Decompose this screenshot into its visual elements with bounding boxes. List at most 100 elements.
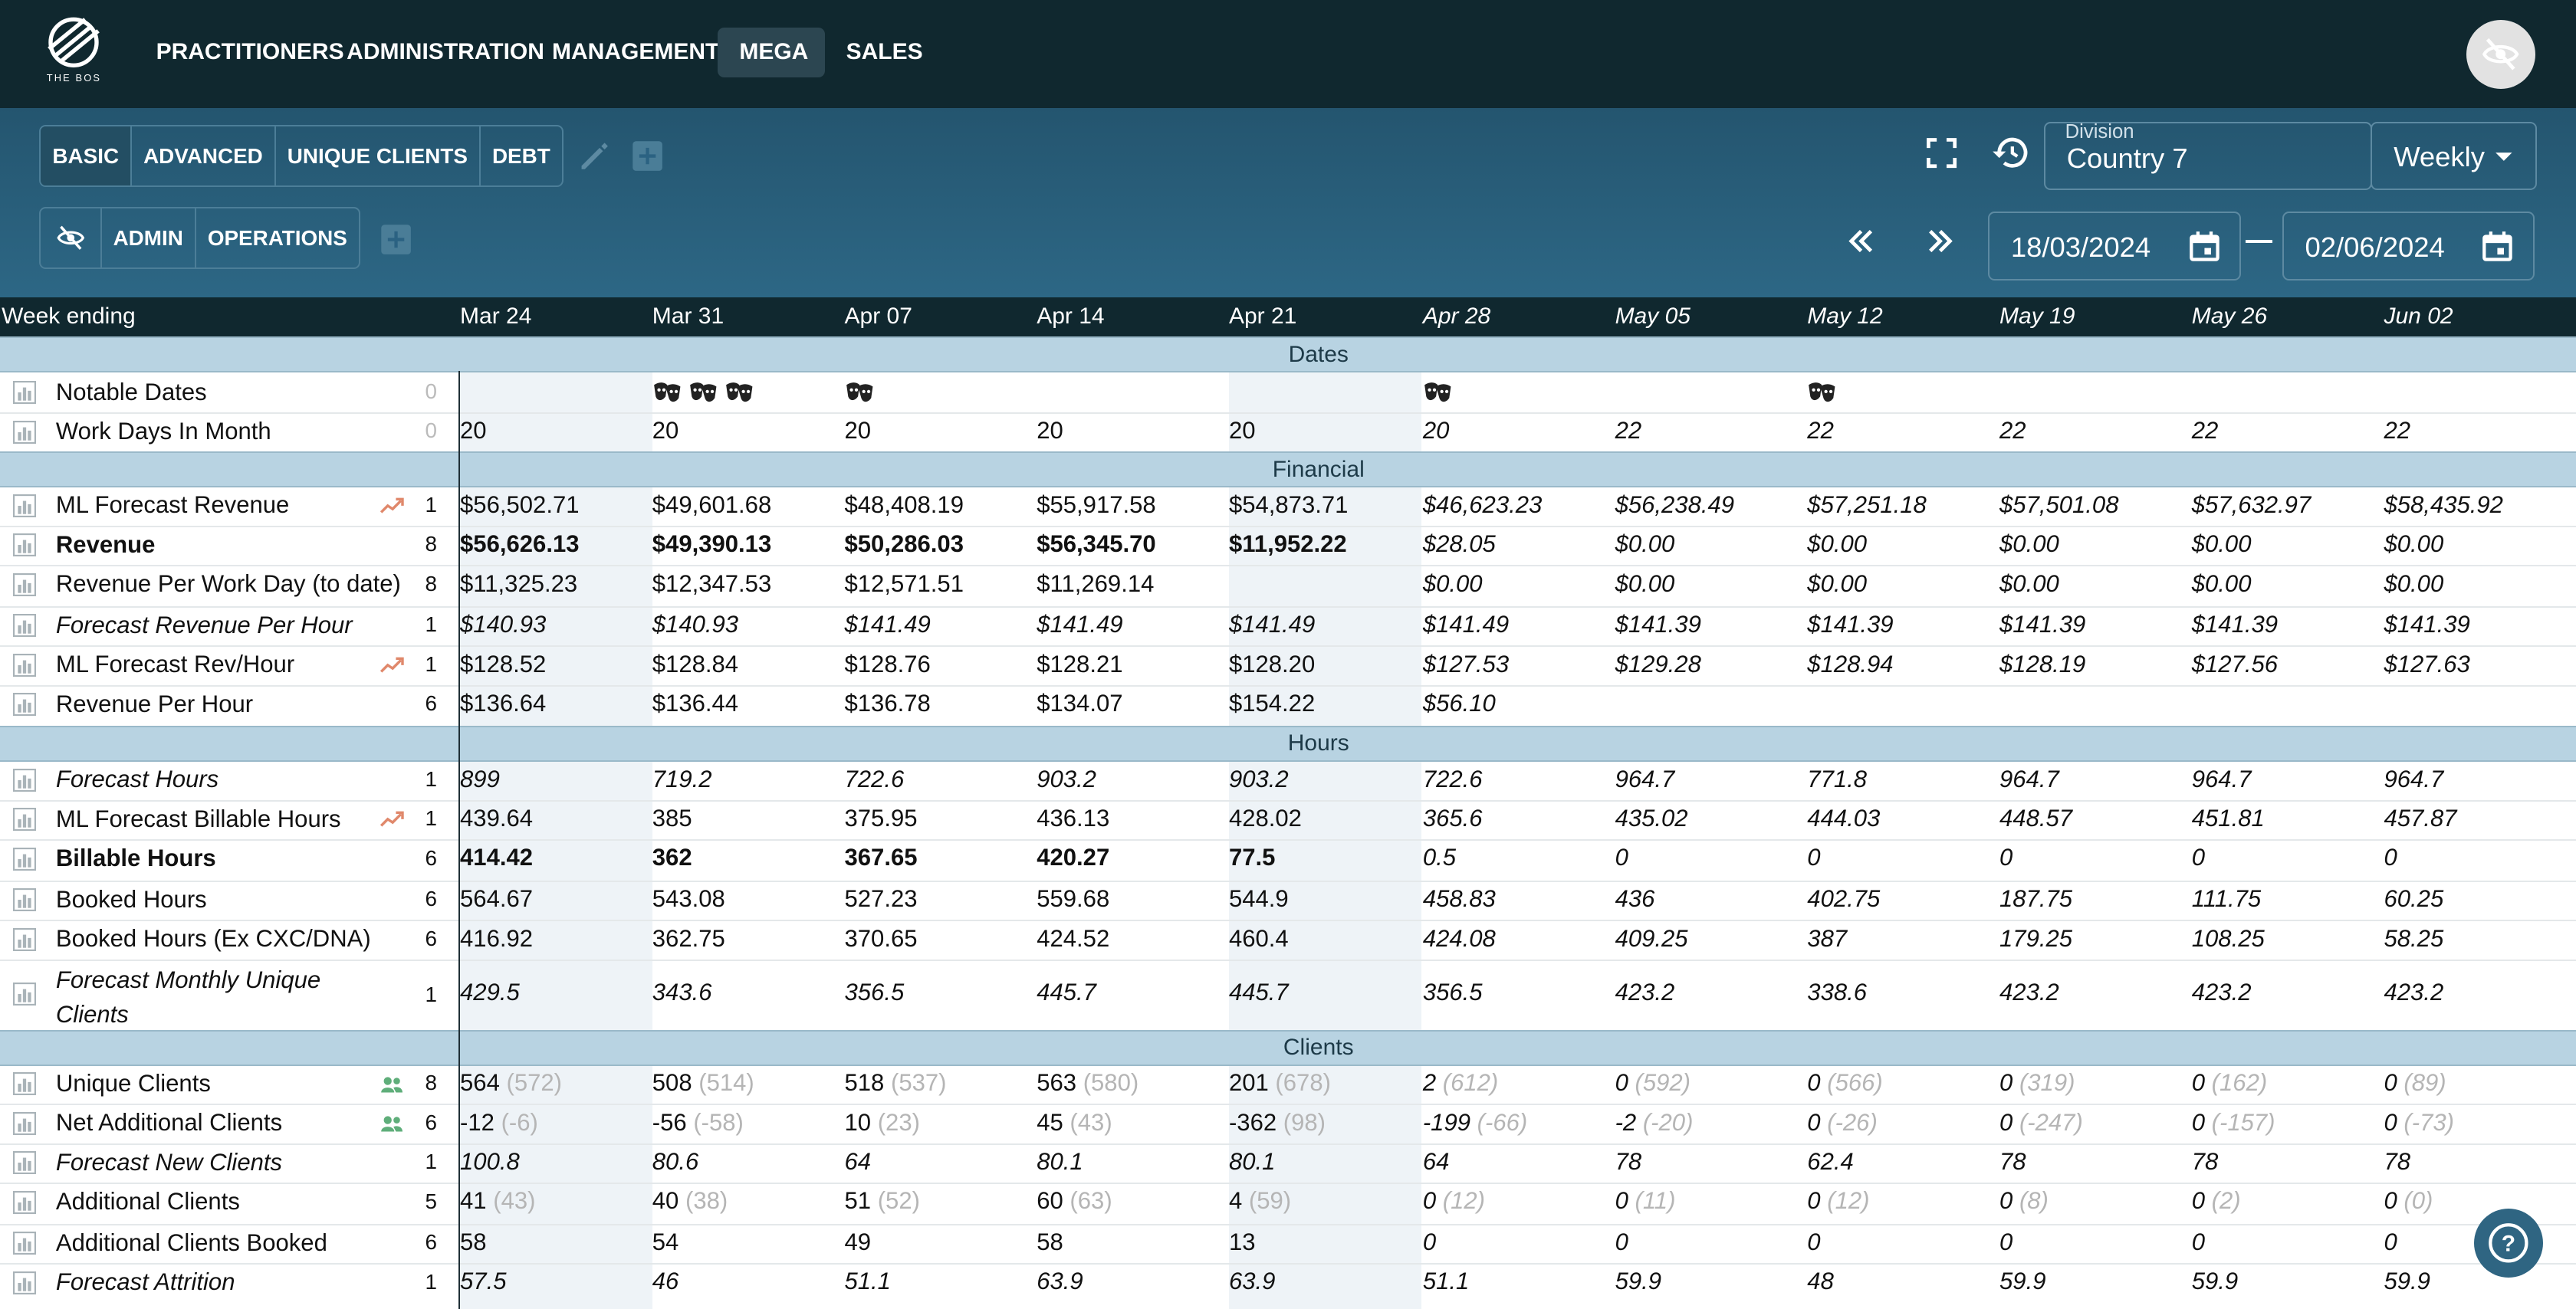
- table-cell: 445.7: [1037, 979, 1096, 1006]
- bar-chart-icon[interactable]: [13, 927, 37, 951]
- cell-value: $56,345.70: [1037, 530, 1156, 558]
- tab-operations[interactable]: OPERATIONS: [196, 208, 359, 267]
- bar-chart-icon[interactable]: [13, 693, 37, 717]
- period-select[interactable]: Weekly: [2371, 121, 2537, 191]
- table-cell: 722.6: [845, 766, 905, 793]
- table-cell: $128.21: [1037, 651, 1122, 678]
- cell-value: 58: [1037, 1228, 1063, 1255]
- division-select[interactable]: Division Country 7: [2043, 121, 2373, 191]
- cell-value: $140.93: [460, 611, 547, 638]
- bar-chart-icon[interactable]: [13, 614, 37, 638]
- hide-filter-button[interactable]: [41, 208, 102, 268]
- bar-chart-icon[interactable]: [13, 847, 37, 871]
- cell-value: 45: [1037, 1108, 1063, 1136]
- nav-administration[interactable]: ADMINISTRATION: [325, 28, 565, 77]
- bar-chart-icon[interactable]: [13, 1190, 37, 1214]
- bar-chart-icon[interactable]: [13, 888, 37, 912]
- cell-value: $141.39: [2384, 611, 2470, 638]
- tab-basic[interactable]: BASIC: [41, 126, 133, 185]
- theater-masks-icon: [1809, 382, 1835, 402]
- bar-chart-icon[interactable]: [13, 1111, 37, 1135]
- table-cell: 22: [1615, 417, 1642, 445]
- cell-sub-value: (59): [1248, 1187, 1292, 1215]
- table-cell: $28.05: [1423, 530, 1496, 558]
- cell-value: $11,952.22: [1228, 530, 1347, 558]
- bar-chart-icon[interactable]: [13, 494, 37, 518]
- calendar-icon[interactable]: [2481, 230, 2514, 263]
- cell-value: 423.2: [2384, 979, 2444, 1006]
- bar-chart-icon[interactable]: [13, 1271, 37, 1294]
- table-cell: 362: [652, 844, 692, 871]
- bar-chart-icon[interactable]: [13, 1072, 37, 1096]
- table-cell: $141.39: [1807, 611, 1893, 638]
- table-cell: 20: [1037, 417, 1063, 445]
- help-button[interactable]: ?: [2474, 1209, 2544, 1278]
- table-cell: $12,571.51: [845, 570, 964, 598]
- table-cell: $141.39: [1615, 611, 1701, 638]
- bar-chart-icon[interactable]: [13, 381, 37, 405]
- table-cell: 385: [652, 805, 692, 832]
- row-label-text: Unique Clients: [55, 1069, 211, 1097]
- bar-chart-icon[interactable]: [13, 1151, 37, 1175]
- cell-value: 445.7: [1228, 979, 1289, 1006]
- table-row: Forecast Revenue Per Hour 1 $140.93 $140.93…: [0, 606, 2576, 648]
- previous-range-icon[interactable]: [1843, 223, 1879, 259]
- nav-management[interactable]: MANAGEMENT: [531, 28, 741, 77]
- cell-value: 78: [1999, 1147, 2026, 1175]
- cell-value: $128.21: [1037, 650, 1123, 677]
- cell-value: 0: [1422, 1187, 1437, 1215]
- table-cell: 436: [1615, 885, 1655, 913]
- end-date-field[interactable]: 02/06/2024: [2282, 212, 2535, 281]
- bar-chart-icon[interactable]: [13, 653, 37, 677]
- table-cell: 771.8: [1807, 766, 1867, 793]
- cell-value: $11,269.14: [1037, 569, 1155, 597]
- division-label: Division: [2065, 121, 2134, 143]
- nav-sales[interactable]: SALES: [825, 28, 945, 77]
- nav-mega[interactable]: MEGA: [718, 28, 825, 77]
- bar-chart-icon[interactable]: [13, 1232, 37, 1255]
- bar-chart-icon[interactable]: [13, 572, 37, 596]
- calendar-icon[interactable]: [2188, 230, 2221, 263]
- bar-chart-icon[interactable]: [13, 982, 37, 1006]
- cell-value: 367.65: [844, 844, 918, 871]
- cell-value: 375.95: [844, 805, 918, 832]
- bar-chart-icon[interactable]: [13, 533, 37, 557]
- tab-admin[interactable]: ADMIN: [102, 208, 196, 268]
- table-cell: $58,435.92: [2384, 491, 2502, 519]
- table-cell: $55,917.58: [1037, 491, 1155, 519]
- hide-values-button[interactable]: [2466, 19, 2535, 89]
- fullscreen-icon[interactable]: [1924, 135, 1960, 171]
- logo[interactable]: THE BOS: [39, 16, 108, 88]
- cell-value: 58.25: [2384, 924, 2444, 952]
- bar-chart-icon[interactable]: [13, 420, 37, 444]
- edit-icon[interactable]: [575, 138, 611, 174]
- table-cell: $11,952.22: [1229, 530, 1347, 558]
- table-cell: 448.57: [1999, 805, 2072, 832]
- bar-chart-icon[interactable]: [13, 768, 37, 792]
- tab-debt[interactable]: DEBT: [481, 126, 562, 185]
- section-header-hours: Hours: [0, 726, 2576, 763]
- header-week: Mar 31: [652, 303, 724, 330]
- tab-advanced[interactable]: ADVANCED: [132, 126, 276, 185]
- table-cell: 416.92: [460, 925, 533, 953]
- bar-chart-icon[interactable]: [13, 808, 37, 832]
- next-range-icon[interactable]: [1922, 223, 1958, 259]
- table-cell: 518 (537): [845, 1069, 947, 1097]
- history-icon[interactable]: [1991, 133, 2030, 172]
- table-cell: $56,502.71: [460, 491, 579, 519]
- cell-value: 0: [1615, 1069, 1628, 1097]
- header-week: May 12: [1807, 303, 1883, 330]
- add-filter-icon[interactable]: [378, 221, 414, 258]
- tab-unique-clients[interactable]: UNIQUE CLIENTS: [276, 126, 481, 185]
- table-row: Work Days In Month 0 20 20 20 20 20 20 22 22 22 22 2…: [0, 412, 2576, 454]
- cell-value: 423.2: [2191, 979, 2252, 1006]
- table-cell: 343.6: [652, 979, 712, 1006]
- table-cell: 100.8: [460, 1148, 520, 1176]
- table-cell: $128.52: [460, 651, 546, 678]
- cell-value: $141.39: [2191, 611, 2279, 638]
- table-cell: 0 (12): [1807, 1187, 1869, 1215]
- add-view-icon[interactable]: [629, 138, 665, 174]
- table-cell: 201 (678): [1229, 1069, 1331, 1097]
- cell-value: $49,390.13: [652, 530, 772, 558]
- start-date-field[interactable]: 18/03/2024: [1988, 212, 2241, 281]
